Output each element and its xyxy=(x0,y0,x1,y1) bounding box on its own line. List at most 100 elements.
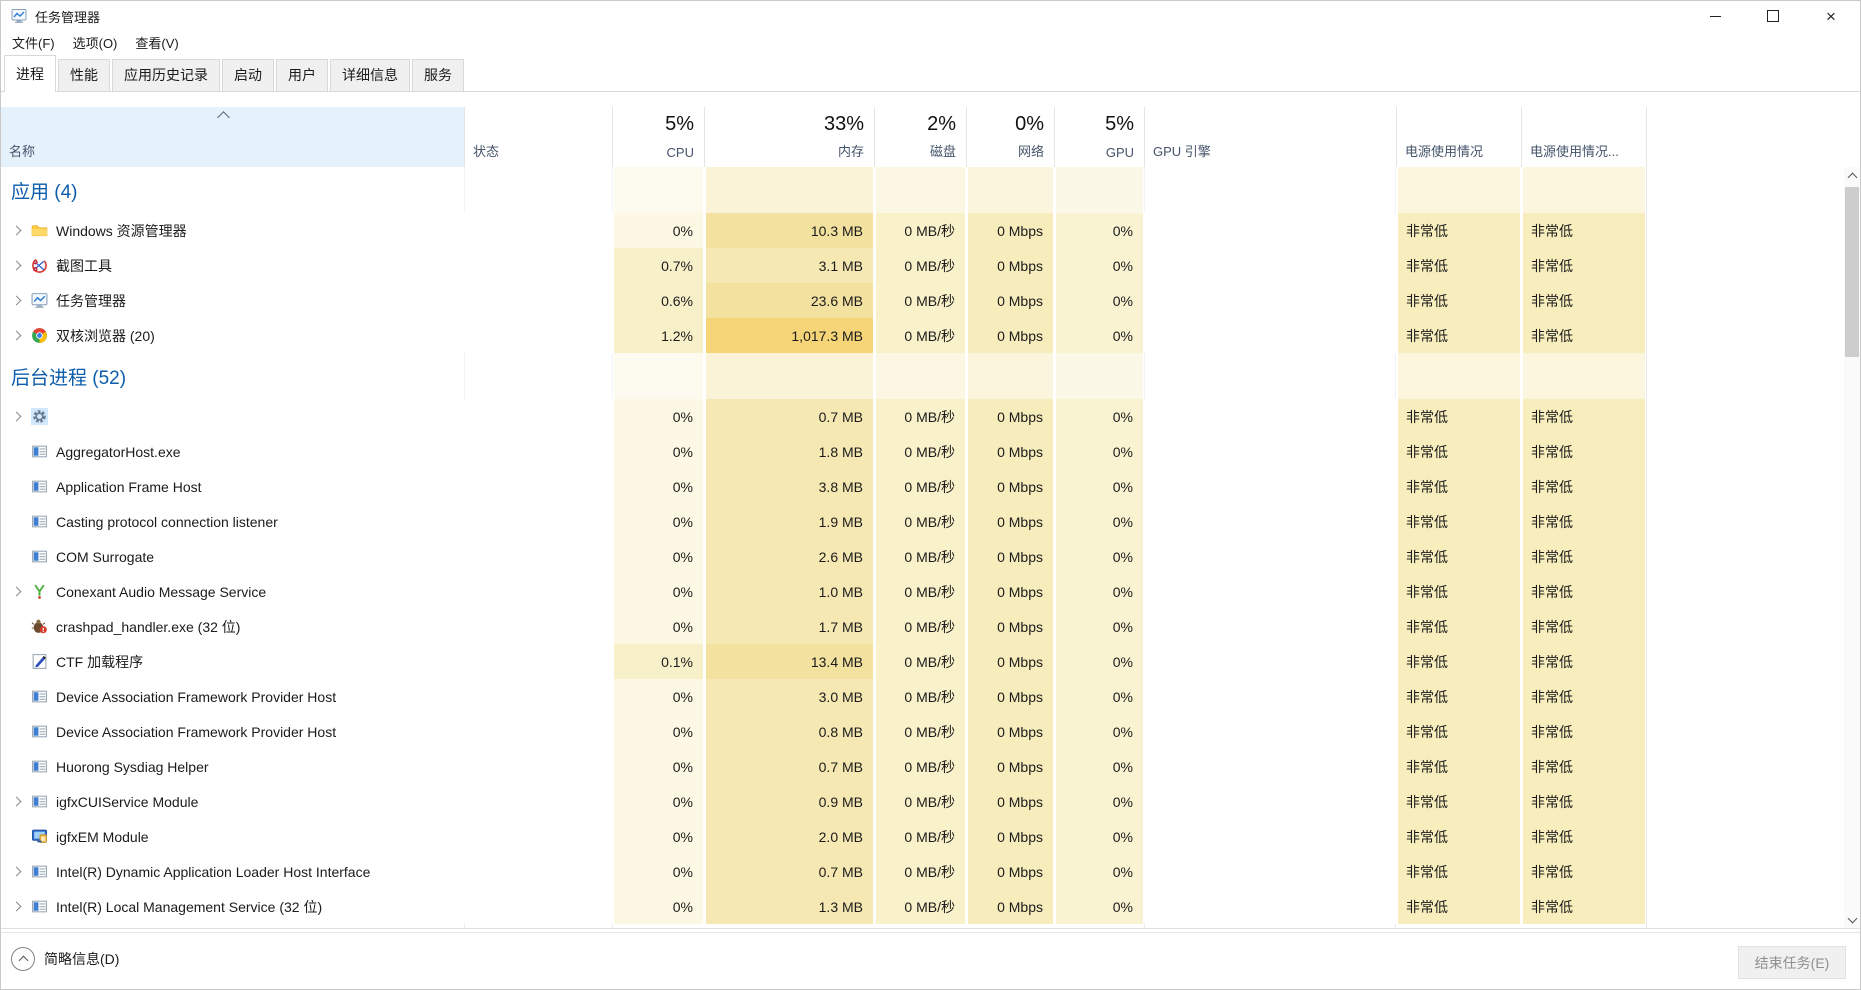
column-header-power[interactable]: 电源使用情况 xyxy=(1396,107,1521,167)
process-row[interactable]: 双核浏览器 (20) 1.2% 1,017.3 MB 0 MB/秒 0 Mbps 0% 非常… xyxy=(1,318,1846,353)
process-row[interactable]: 截图工具 0.7% 3.1 MB 0 MB/秒 0 Mbps 0% 非常低 非常低 xyxy=(1,248,1846,283)
tab-item[interactable]: 应用历史记录 xyxy=(112,59,220,91)
menu-item[interactable]: 选项(O) xyxy=(64,30,127,55)
group-header-row[interactable]: 应用 (4) xyxy=(1,167,1846,213)
scroll-up-button[interactable] xyxy=(1844,167,1860,184)
power-cell: 非常低 xyxy=(1396,283,1521,318)
process-row[interactable]: crashpad_handler.exe (32 位) 0% 1.7 MB 0 MB/… xyxy=(1,609,1846,644)
process-name-cell: CTF 加载程序 xyxy=(1,644,464,679)
details-toggle[interactable]: 简略信息(D) xyxy=(11,947,119,971)
cpu-cell xyxy=(612,167,704,213)
power2-cell: 非常低 xyxy=(1521,434,1646,469)
gpu-cell: 0% xyxy=(1054,609,1144,644)
process-row[interactable]: COM Surrogate 0% 2.6 MB 0 MB/秒 0 Mbps 0% 非常低 非常… xyxy=(1,539,1846,574)
process-row[interactable]: igfxCUIService Module 0% 0.9 MB 0 MB/秒 0 Mbp… xyxy=(1,784,1846,819)
column-header-status[interactable]: 状态 xyxy=(464,107,612,167)
menu-item[interactable]: 查看(V) xyxy=(126,30,187,55)
tab-item[interactable]: 用户 xyxy=(276,59,328,91)
mem-cell: 10.3 MB xyxy=(704,213,874,248)
tab-item[interactable]: 进程 xyxy=(4,55,56,92)
gpueng-cell xyxy=(1144,679,1396,714)
status-cell xyxy=(464,574,612,609)
process-name: AggregatorHost.exe xyxy=(56,443,181,460)
process-row[interactable]: Intel(R) Dynamic Application Loader Host… xyxy=(1,854,1846,889)
expand-chevron-icon[interactable] xyxy=(11,411,22,422)
minimize-button[interactable] xyxy=(1686,1,1744,31)
gpu-cell: 0% xyxy=(1054,213,1144,248)
tab-item[interactable]: 服务 xyxy=(412,59,464,91)
process-row[interactable]: Casting protocol connection listener 0% 1.… xyxy=(1,504,1846,539)
expand-chevron-icon[interactable] xyxy=(11,586,22,597)
column-header-net[interactable]: 0% 网络 xyxy=(966,107,1054,167)
net-cell: 0 Mbps xyxy=(966,714,1054,749)
collapse-up-icon xyxy=(11,947,35,971)
vertical-scrollbar[interactable] xyxy=(1844,167,1860,928)
gpu-cell: 0% xyxy=(1054,714,1144,749)
column-header-cpu[interactable]: 5% CPU xyxy=(612,107,704,167)
disk-cell: 0 MB/秒 xyxy=(874,819,966,854)
column-label: CPU xyxy=(666,145,694,160)
process-row[interactable]: Application Frame Host 0% 3.8 MB 0 MB/秒 0 Mb… xyxy=(1,469,1846,504)
expand-chevron-icon[interactable] xyxy=(11,796,22,807)
disk-cell: 0 MB/秒 xyxy=(874,574,966,609)
process-row[interactable]: Intel(R) Local Management Service (32 位)… xyxy=(1,889,1846,924)
cpu-cell: 0% xyxy=(612,539,704,574)
window-icon xyxy=(31,793,48,810)
expand-chevron-icon[interactable] xyxy=(11,225,22,236)
disk-cell: 0 MB/秒 xyxy=(874,714,966,749)
tab-item[interactable]: 性能 xyxy=(58,59,110,91)
process-row[interactable]: Device Association Framework Provider Ho… xyxy=(1,714,1846,749)
expand-chevron-icon[interactable] xyxy=(11,260,22,271)
process-row[interactable]: Huorong Sysdiag Helper 0% 0.7 MB 0 MB/秒 0 Mb… xyxy=(1,749,1846,784)
gpueng-cell xyxy=(1144,714,1396,749)
tab-item[interactable]: 详细信息 xyxy=(330,59,410,91)
process-row[interactable]: igfxEM Module 0% 2.0 MB 0 MB/秒 0 Mbps 0% 非常低 非常… xyxy=(1,819,1846,854)
gpu-cell xyxy=(1054,353,1144,399)
gpu-cell: 0% xyxy=(1054,318,1144,353)
column-header-power2[interactable]: 电源使用情况... xyxy=(1521,107,1646,167)
net-cell: 0 Mbps xyxy=(966,854,1054,889)
cpu-cell: 0% xyxy=(612,434,704,469)
end-task-button[interactable]: 结束任务(E) xyxy=(1738,946,1846,979)
expand-chevron-icon[interactable] xyxy=(11,330,22,341)
column-label: GPU 引擎 xyxy=(1153,144,1211,159)
column-header-name[interactable]: 名称 xyxy=(1,107,464,167)
power-cell: 非常低 xyxy=(1396,679,1521,714)
disk-cell: 0 MB/秒 xyxy=(874,889,966,924)
process-row[interactable]: Conexant Audio Message Service 0% 1.0 MB 0 … xyxy=(1,574,1846,609)
scroll-thumb[interactable] xyxy=(1845,187,1859,357)
cpu-cell: 0% xyxy=(612,469,704,504)
task-manager-icon[interactable] xyxy=(11,8,27,24)
window-icon xyxy=(31,898,48,915)
cpu-cell: 0% xyxy=(612,213,704,248)
window-icon xyxy=(31,688,48,705)
disk-cell: 0 MB/秒 xyxy=(874,644,966,679)
expand-chevron-icon[interactable] xyxy=(11,866,22,877)
column-header-gpueng[interactable]: GPU 引擎 xyxy=(1144,107,1396,167)
power2-cell: 非常低 xyxy=(1521,819,1646,854)
process-row[interactable]: 任务管理器 0.6% 23.6 MB 0 MB/秒 0 Mbps 0% 非常低 非常低 xyxy=(1,283,1846,318)
process-row[interactable]: Windows 资源管理器 0% 10.3 MB 0 MB/秒 0 Mbps 0% 非常低非… xyxy=(1,213,1846,248)
scroll-down-button[interactable] xyxy=(1844,911,1860,928)
process-name-cell: COM Surrogate xyxy=(1,539,464,574)
process-row[interactable]: Device Association Framework Provider Ho… xyxy=(1,679,1846,714)
process-name: Device Association Framework Provider Ho… xyxy=(56,688,337,705)
close-button[interactable]: × xyxy=(1802,1,1860,31)
process-row[interactable]: 0% 0.7 MB 0 MB/秒 0 Mbps 0% 非常低 非常低 xyxy=(1,399,1846,434)
process-row[interactable]: AggregatorHost.exe 0% 1.8 MB 0 MB/秒 0 Mbps 0%… xyxy=(1,434,1846,469)
expand-chevron-icon[interactable] xyxy=(11,295,22,306)
expand-chevron-icon[interactable] xyxy=(11,901,22,912)
status-cell xyxy=(464,504,612,539)
power2-cell: 非常低 xyxy=(1521,539,1646,574)
maximize-button[interactable] xyxy=(1744,1,1802,31)
tab-item[interactable]: 启动 xyxy=(222,59,274,91)
column-header-gpu[interactable]: 5% GPU xyxy=(1054,107,1144,167)
process-row[interactable]: CTF 加载程序 0.1% 13.4 MB 0 MB/秒 0 Mbps 0% 非常低 非常低 xyxy=(1,644,1846,679)
menu-item[interactable]: 文件(F) xyxy=(3,30,64,55)
group-label: 后台进程 (52) xyxy=(11,367,127,389)
column-header-disk[interactable]: 2% 磁盘 xyxy=(874,107,966,167)
power2-cell: 非常低 xyxy=(1521,399,1646,434)
column-header-mem[interactable]: 33% 内存 xyxy=(704,107,874,167)
status-cell xyxy=(464,469,612,504)
group-header-row[interactable]: 后台进程 (52) xyxy=(1,353,1846,399)
